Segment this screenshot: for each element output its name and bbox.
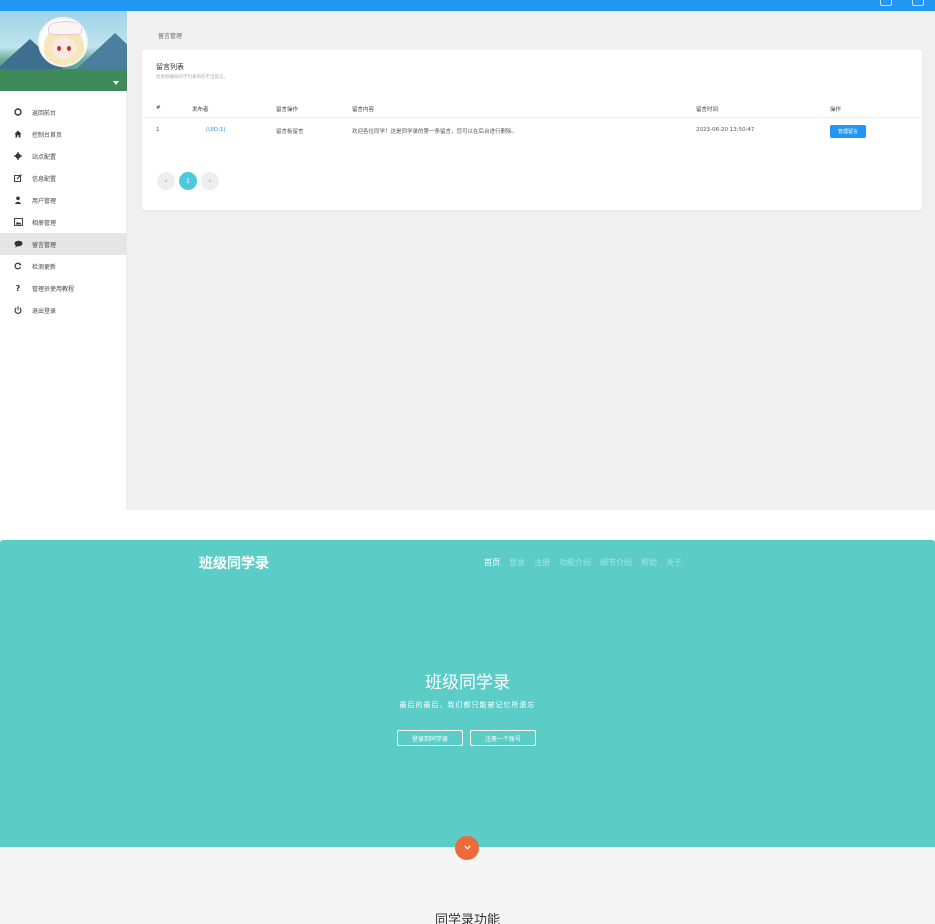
breadcrumb: 留言管理 <box>158 33 183 40</box>
sidebar-item-albums[interactable]: 相册管理 <box>0 211 127 233</box>
manage-message-button[interactable]: 管理留言 <box>830 125 866 138</box>
nav-link-login[interactable]: 登录 <box>509 557 525 568</box>
admin-panel: 返回前台 控制台首页 站点配置 信息配置 用户管理 相册管理 留言管理 检测更新… <box>0 0 935 510</box>
cell-author-link[interactable]: (UID:1) <box>206 127 226 133</box>
sidebar-item-logout[interactable]: 退出登录 <box>0 299 127 321</box>
hero-section: 班级同学录 首页 登录 注册 功能介绍 细节介绍 帮助 关于 班级同学录 最后的… <box>0 540 935 847</box>
card-title: 留言列表 <box>156 63 184 71</box>
table-header: # 发布者 留言操作 留言内容 留言时间 操作 <box>142 100 922 118</box>
sidebar-item-info-config[interactable]: 信息配置 <box>0 167 127 189</box>
sidebar-item-dashboard[interactable]: 控制台首页 <box>0 123 127 145</box>
landing-page: 班级同学录 首页 登录 注册 功能介绍 细节介绍 帮助 关于 班级同学录 最后的… <box>0 540 935 924</box>
pagination-next[interactable]: » <box>201 172 219 190</box>
pagination-page-current[interactable]: 1 <box>179 172 197 190</box>
image-icon <box>13 217 23 227</box>
sidebar-item-check-update[interactable]: 检测更新 <box>0 255 127 277</box>
register-button[interactable]: 注册一个账号 <box>470 730 536 746</box>
col-header-index: # <box>156 105 161 111</box>
grass-field <box>0 69 127 91</box>
col-header-time: 留言时间 <box>696 107 719 113</box>
landing-nav: 首页 登录 注册 功能介绍 细节介绍 帮助 关于 <box>484 557 691 568</box>
profile-caret-icon[interactable] <box>113 81 119 85</box>
nav-link-register[interactable]: 注册 <box>534 557 550 568</box>
home-icon <box>13 129 23 139</box>
sidebar-item-back-to-front[interactable]: 返回前台 <box>0 101 127 123</box>
col-header-content: 留言内容 <box>352 107 375 113</box>
sidebar-item-label: 控制台首页 <box>32 131 63 139</box>
chevron-down-icon <box>463 844 471 852</box>
sidebar-item-users[interactable]: 用户管理 <box>0 189 127 211</box>
sidebar-nav: 返回前台 控制台首页 站点配置 信息配置 用户管理 相册管理 留言管理 检测更新… <box>0 101 127 321</box>
sidebar-item-label: 退出登录 <box>32 307 57 315</box>
hero-subtitle: 最后的最后，我们都只能被记忆所遗忘 <box>399 701 536 709</box>
sidebar-item-label: 相册管理 <box>32 219 57 227</box>
question-icon: ? <box>15 283 21 293</box>
sidebar-item-label: 信息配置 <box>32 175 57 183</box>
sidebar-item-messages[interactable]: 留言管理 <box>0 233 127 255</box>
hero-buttons: 登录到同学录 注册一个账号 <box>0 730 935 746</box>
section-title: 同学录功能 <box>434 913 500 924</box>
power-icon <box>13 305 23 315</box>
scroll-down-button[interactable] <box>455 836 479 860</box>
login-button[interactable]: 登录到同学录 <box>397 730 463 746</box>
sidebar: 返回前台 控制台首页 站点配置 信息配置 用户管理 相册管理 留言管理 检测更新… <box>0 11 127 510</box>
main-content: 留言管理 留言列表 您能够删除同学们发布的不当留言。 # 发布者 留言操作 留言… <box>127 11 935 510</box>
hero-title: 班级同学录 <box>425 673 510 693</box>
col-header-operation: 操作 <box>830 107 842 113</box>
comment-icon <box>13 239 23 249</box>
profile-banner <box>0 11 127 91</box>
sidebar-item-label: 管理员使用教程 <box>32 285 75 293</box>
sidebar-item-label: 用户管理 <box>32 197 57 205</box>
cell-index: 1 <box>156 127 160 133</box>
avatar-eye-right <box>67 46 71 51</box>
col-header-action: 留言操作 <box>276 107 299 113</box>
sidebar-item-label: 检测更新 <box>32 263 57 271</box>
sidebar-item-admin-tutorial[interactable]: ? 管理员使用教程 <box>0 277 127 299</box>
pagination-prev[interactable]: « <box>157 172 175 190</box>
avatar-hat <box>48 21 82 35</box>
nav-link-home[interactable]: 首页 <box>484 557 500 568</box>
pagination: « 1 » <box>157 172 219 190</box>
card-subtitle: 您能够删除同学们发布的不当留言。 <box>156 75 228 80</box>
admin-topbar <box>0 0 935 11</box>
nav-link-about[interactable]: 关于 <box>666 557 682 568</box>
cell-content: 欢迎各位同学！这是同学录的第一条留言，您可以在后台进行删除。 <box>352 129 518 135</box>
table-row: 1 (UID:1) 留言板留言 欢迎各位同学！这是同学录的第一条留言，您可以在后… <box>142 120 922 142</box>
avatar[interactable] <box>38 17 88 67</box>
cell-time: 2023-06-20 13:50:47 <box>696 127 755 133</box>
nav-link-features[interactable]: 功能介绍 <box>559 557 591 568</box>
circle-icon <box>13 107 23 117</box>
topbar-window-icon[interactable] <box>912 0 924 6</box>
sidebar-item-label: 返回前台 <box>32 109 57 117</box>
sidebar-item-label: 留言管理 <box>32 241 57 249</box>
refresh-icon <box>13 261 23 271</box>
brand-logo-text[interactable]: 班级同学录 <box>199 553 269 573</box>
avatar-face <box>52 37 76 59</box>
sidebar-item-label: 站点配置 <box>32 153 57 161</box>
avatar-eye-left <box>57 46 61 51</box>
topbar-menu-icon[interactable] <box>880 0 892 6</box>
nav-link-details[interactable]: 细节介绍 <box>600 557 632 568</box>
col-header-author: 发布者 <box>192 107 209 113</box>
cell-action: 留言板留言 <box>276 129 304 135</box>
message-list-card: 留言列表 您能够删除同学们发布的不当留言。 # 发布者 留言操作 留言内容 留言… <box>142 50 922 210</box>
nav-link-help[interactable]: 帮助 <box>641 557 657 568</box>
gear-icon <box>13 151 23 161</box>
sidebar-item-site-config[interactable]: 站点配置 <box>0 145 127 167</box>
user-icon <box>13 195 23 205</box>
edit-icon <box>13 173 23 183</box>
